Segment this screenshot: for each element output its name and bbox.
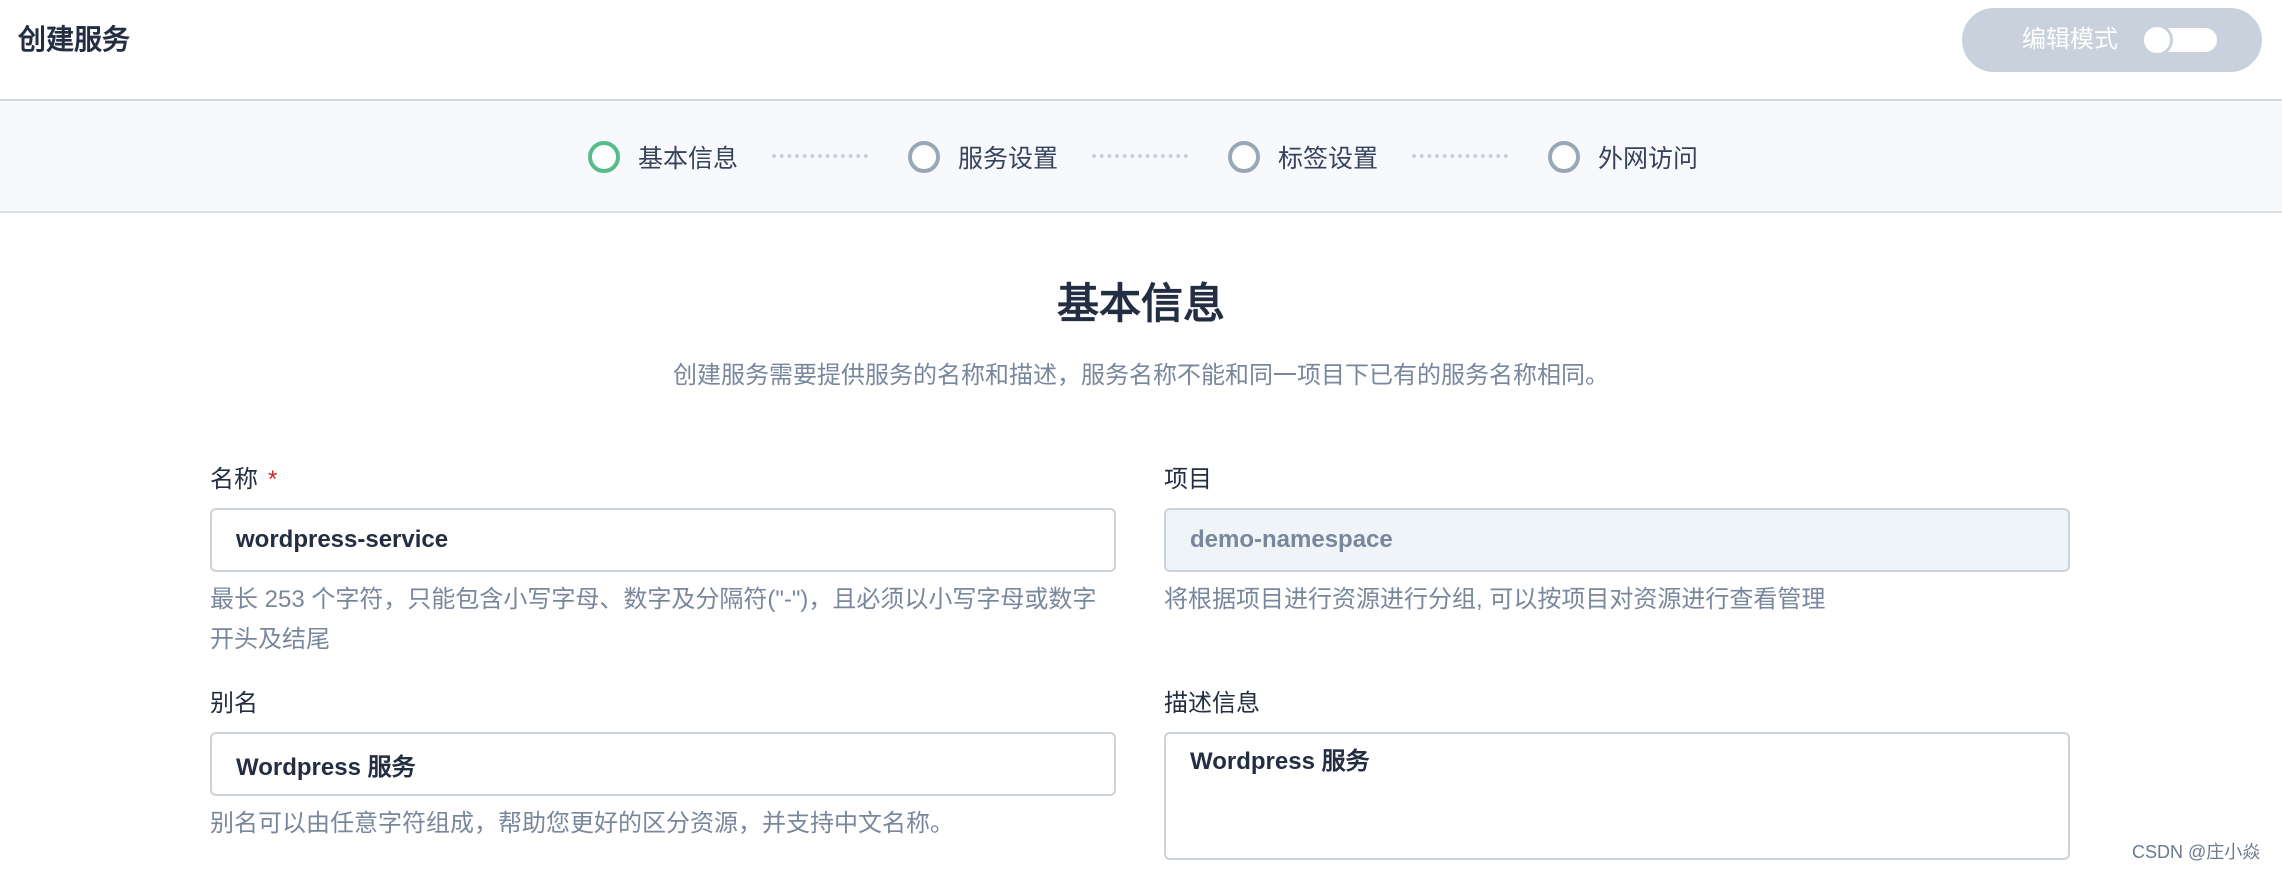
project-input <box>1164 508 2070 572</box>
watermark: CSDN @庄小焱 <box>2132 842 2261 862</box>
section-title: 基本信息 <box>1056 280 1225 327</box>
alias-input[interactable] <box>210 732 1116 796</box>
description-field-label: 描述信息 <box>1164 690 1260 717</box>
step-connector <box>772 154 868 158</box>
toggle-knob <box>2141 24 2173 56</box>
required-mark: * <box>268 466 278 493</box>
edit-mode-label: 编辑模式 <box>2022 26 2118 53</box>
name-hint-line2: 开头及结尾 <box>210 626 330 653</box>
page-title: 创建服务 <box>18 24 131 55</box>
alias-hint: 别名可以由任意字符组成，帮助您更好的区分资源，并支持中文名称。 <box>210 810 954 837</box>
step-pending-icon <box>1548 141 1580 173</box>
step-service-settings[interactable]: 服务设置 <box>908 101 1058 213</box>
step-label: 标签设置 <box>1278 145 1379 173</box>
step-label: 外网访问 <box>1598 145 1699 173</box>
name-label-text: 名称 <box>210 466 258 493</box>
step-internet-access[interactable]: 外网访问 <box>1548 101 1698 213</box>
step-pending-icon <box>908 141 940 173</box>
step-label: 基本信息 <box>638 145 739 173</box>
page-header: 创建服务 编辑模式 <box>0 0 2282 101</box>
description-textarea[interactable]: Wordpress 服务 <box>1164 732 2070 860</box>
step-label: 服务设置 <box>958 145 1059 173</box>
edit-mode-toggle[interactable]: 编辑模式 <box>1962 8 2262 72</box>
project-hint: 将根据项目进行资源进行分组, 可以按项目对资源进行查看管理 <box>1164 586 1826 613</box>
toggle-switch[interactable] <box>2141 24 2217 56</box>
alias-field-label: 别名 <box>210 690 258 717</box>
section-description: 创建服务需要提供服务的名称和描述，服务名称不能和同一项目下已有的服务名称相同。 <box>673 362 1609 389</box>
step-pending-icon <box>1228 141 1260 173</box>
step-label-settings[interactable]: 标签设置 <box>1228 101 1378 213</box>
step-basic-info[interactable]: 基本信息 <box>588 101 738 213</box>
name-hint-line1: 最长 253 个字符，只能包含小写字母、数字及分隔符("-")，且必须以小写字母… <box>210 586 1097 613</box>
project-field-label: 项目 <box>1164 466 1212 493</box>
step-connector <box>1092 154 1188 158</box>
name-field-label: 名称 * <box>210 464 277 496</box>
name-input[interactable] <box>210 508 1116 572</box>
step-connector <box>1412 154 1508 158</box>
step-active-icon <box>588 141 620 173</box>
